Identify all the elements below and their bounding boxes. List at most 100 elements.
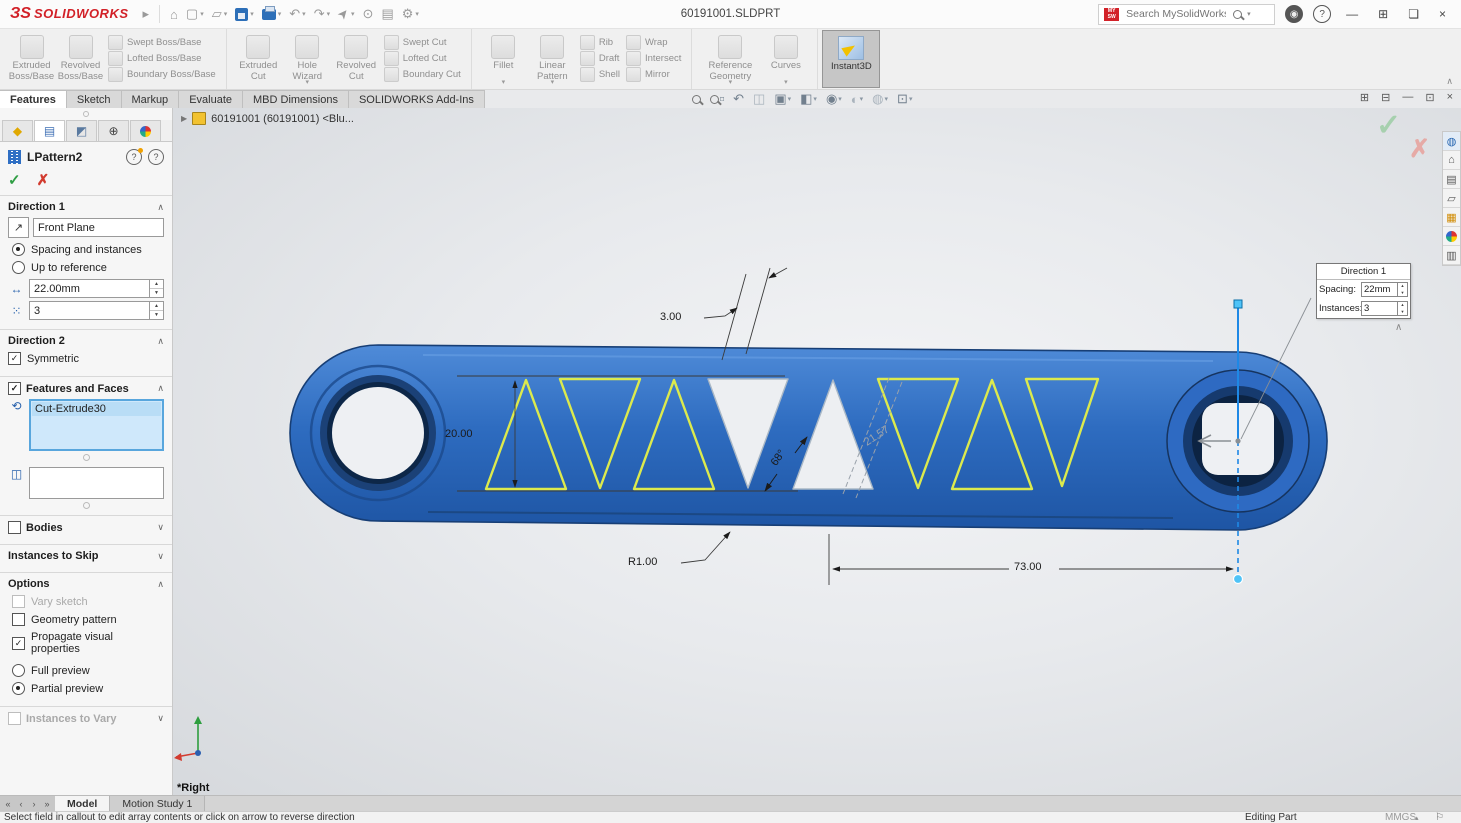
mirror-button[interactable]: Mirror (625, 66, 681, 82)
lofted-boss-button[interactable]: Lofted Boss/Base (108, 50, 216, 66)
spacing-input[interactable]: 22.00mm ▲ ▼ (29, 279, 164, 298)
direction-handle-top[interactable] (1233, 299, 1243, 309)
cancel-button[interactable]: ✗ (37, 171, 50, 189)
window-restore-button[interactable]: ❏ (1403, 7, 1424, 21)
undo-button[interactable]: ↶ ▾ (285, 4, 309, 24)
bodies-collapse-icon[interactable]: ∨ (157, 522, 164, 533)
search-scope-caret[interactable]: ▾ (1247, 10, 1251, 18)
resources-icon[interactable]: ◍ (1443, 132, 1460, 151)
previous-view-icon[interactable]: ↶ (733, 91, 744, 107)
user-account-icon[interactable]: ◉ (1285, 5, 1304, 23)
window-close-button[interactable]: × (1434, 7, 1451, 21)
fillet-button[interactable]: Fillet ▾ (479, 31, 528, 87)
dim-radius[interactable]: R1.00 (628, 556, 657, 568)
direction1-reference-field[interactable]: Front Plane (33, 218, 164, 237)
curves-caret[interactable]: ▾ (784, 78, 788, 86)
hide-show-items-icon[interactable]: ◉ ▾ (826, 91, 842, 107)
motion-study-tab[interactable]: Motion Study 1 (110, 796, 206, 812)
view-palette-icon[interactable]: ▦ (1443, 208, 1460, 227)
revolved-cut-button[interactable]: Revolved Cut (332, 31, 381, 87)
magnet-tool-button[interactable]: ⊙ (359, 4, 378, 24)
tag-icon[interactable]: ⚐ (1435, 812, 1444, 823)
instant3d-button[interactable]: Instant3D (822, 30, 881, 88)
direction1-callout[interactable]: Direction 1 Spacing: 22mm ▲ ▼ Instances: 3… (1316, 263, 1411, 319)
graphics-viewport[interactable]: ▶ 60191001 (60191001) <Blu... 3.00 20.00… (173, 108, 1461, 795)
model-tab[interactable]: Model (55, 796, 111, 812)
lofted-cut-button[interactable]: Lofted Cut (383, 50, 461, 66)
direction1-collapse-icon[interactable]: ∧ (157, 202, 164, 213)
propertymanager-tab[interactable]: ▤ (34, 120, 65, 141)
spacing-instances-radio[interactable] (12, 243, 25, 256)
zoom-to-area-icon[interactable]: ⌑ (710, 94, 724, 104)
displaymanager-tab[interactable] (130, 120, 161, 141)
boundary-cut-button[interactable]: Boundary Cut (383, 66, 461, 82)
shell-button[interactable]: Shell (579, 66, 620, 82)
section-view-icon[interactable]: ◫ (753, 91, 765, 107)
curves-button[interactable]: Curves ▾ (761, 31, 810, 87)
left-hole[interactable] (332, 387, 424, 479)
options-gear-button[interactable]: ⚙ ▾ (398, 4, 423, 24)
full-preview-radio[interactable] (12, 664, 25, 677)
help-icon[interactable]: ? (1313, 5, 1332, 23)
apply-scene-icon[interactable]: ◍ ▾ (872, 91, 888, 107)
instances-vary-checkbox[interactable] (8, 712, 21, 725)
panel-grip[interactable] (0, 108, 172, 120)
units-label[interactable]: MMGS (1385, 812, 1416, 823)
callout-spacing-input[interactable]: 22mm ▲ ▼ (1361, 282, 1408, 297)
window-minimize-button[interactable]: — (1341, 7, 1363, 21)
bodies-checkbox[interactable] (8, 521, 21, 534)
doc-restore-icon[interactable]: ⊡ (1425, 91, 1434, 104)
tab-markup[interactable]: Markup (121, 90, 180, 109)
fillet-caret[interactable]: ▾ (502, 78, 506, 86)
tab-features[interactable]: Features (0, 90, 67, 109)
featuremanager-tab[interactable]: ◆ (2, 120, 33, 141)
doc-close-icon[interactable]: × (1447, 91, 1453, 104)
edit-appearance-icon[interactable]: ◐ ▾ (851, 92, 863, 107)
doc-pane-icon[interactable]: ⊟ (1381, 91, 1390, 104)
callout-instances-input[interactable]: 3 ▲ ▼ (1361, 301, 1408, 316)
tab-scroll-next-icon[interactable]: › (29, 799, 39, 809)
dim-length[interactable]: 73.00 (1014, 561, 1042, 573)
search-input[interactable] (1124, 7, 1229, 21)
vary-sketch-checkbox[interactable] (12, 595, 25, 608)
geometry-pattern-checkbox[interactable] (12, 613, 25, 626)
new-document-button[interactable]: ▢ ▾ (182, 4, 208, 24)
redo-button[interactable]: ↷ ▾ (310, 4, 334, 24)
tab-scroll-first-icon[interactable]: « (3, 799, 13, 809)
pm-help-icon[interactable]: ? (148, 149, 164, 165)
tree-expand-icon[interactable]: ▶ (181, 114, 187, 123)
list-item[interactable]: Cut-Extrude30 (32, 402, 161, 416)
view-settings-icon[interactable]: ⊡ ▾ (897, 91, 912, 107)
quick-tips-icon[interactable]: ? (126, 148, 143, 165)
design-library-icon[interactable]: ▤ (1443, 170, 1460, 189)
swept-boss-button[interactable]: Swept Boss/Base (108, 34, 216, 50)
tab-scroll-last-icon[interactable]: » (42, 799, 52, 809)
swept-cut-button[interactable]: Swept Cut (383, 34, 461, 50)
confirm-ok-corner-icon[interactable]: ✓ (1376, 108, 1401, 143)
file-explorer-icon[interactable]: ▱ (1443, 189, 1460, 208)
doc-minimize-icon[interactable]: — (1402, 91, 1413, 104)
viewport-feature-tree-item[interactable]: ▶ 60191001 (60191001) <Blu... (181, 112, 354, 125)
tab-mbd-dimensions[interactable]: MBD Dimensions (243, 90, 349, 109)
toolbox-button[interactable]: ▤ (377, 4, 397, 24)
faces-to-pattern-list[interactable] (29, 467, 164, 499)
instances-skip-collapse-icon[interactable]: ∨ (157, 551, 164, 562)
features-faces-collapse-icon[interactable]: ∧ (157, 383, 164, 394)
linear-pattern-button[interactable]: Linear Pattern ▾ (528, 31, 577, 87)
features-faces-checkbox[interactable]: ✓ (8, 382, 21, 395)
rib-button[interactable]: Rib (579, 34, 620, 50)
logo-expand-arrow[interactable]: ▸ (139, 4, 154, 24)
tab-evaluate[interactable]: Evaluate (179, 90, 243, 109)
save-button[interactable]: ▾ (231, 6, 258, 23)
callout-spacing-spinner[interactable]: ▲ ▼ (1397, 283, 1407, 296)
up-to-reference-radio[interactable] (12, 261, 25, 274)
callout-collapse-icon[interactable]: ∧ (1395, 322, 1402, 333)
boundary-boss-button[interactable]: Boundary Boss/Base (108, 66, 216, 82)
ribbon-collapse-arrow[interactable]: ∧ (1446, 76, 1453, 87)
zoom-to-fit-icon[interactable] (692, 94, 701, 104)
partial-preview-radio[interactable] (12, 682, 25, 695)
configurationmanager-tab[interactable]: ◩ (66, 120, 97, 141)
part-canvas[interactable] (173, 108, 1461, 795)
symmetric-checkbox[interactable]: ✓ (8, 352, 21, 365)
home-tab-icon[interactable]: ⌂ (1443, 151, 1460, 170)
